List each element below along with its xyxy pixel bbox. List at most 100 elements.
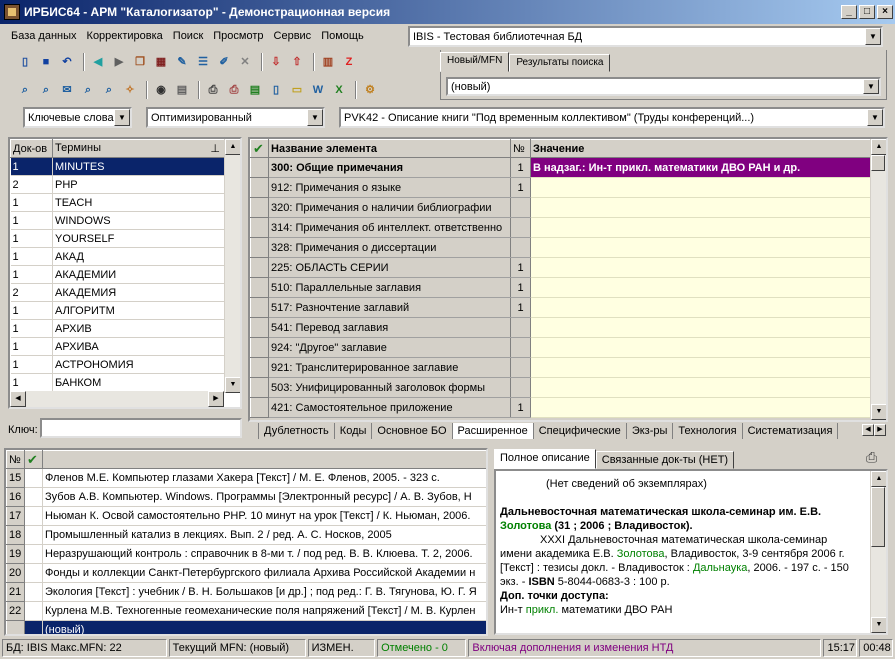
element-value[interactable] bbox=[530, 197, 871, 218]
result-row[interactable]: 21 Экология [Текст] : учебник / В. Н. Бол… bbox=[6, 582, 486, 602]
menu-item-1[interactable]: Корректировка bbox=[82, 30, 168, 42]
pencil-icon[interactable]: ✐ bbox=[215, 53, 233, 71]
check-icon[interactable]: ✔ bbox=[24, 450, 43, 469]
magic-icon[interactable]: ✧ bbox=[121, 81, 139, 99]
scroll-down-icon[interactable]: ▼ bbox=[871, 617, 886, 633]
dictionary-hscrollbar[interactable]: ◀ ▶ bbox=[10, 391, 224, 407]
optimization-select[interactable]: Оптимизированный ▼ bbox=[146, 107, 325, 128]
copy-record-icon[interactable]: ❐ bbox=[131, 53, 149, 71]
result-mark[interactable] bbox=[24, 468, 43, 488]
description-scrollbar[interactable]: ▲ ▼ bbox=[870, 471, 886, 633]
element-value[interactable] bbox=[530, 177, 871, 198]
database-select[interactable]: IBIS - Тестовая библиотечная БД ▼ bbox=[408, 26, 883, 47]
dictionary-row[interactable]: 1 YOURSELF bbox=[10, 229, 225, 248]
editor-row[interactable]: 912: Примечания о языке 1 bbox=[250, 177, 871, 198]
tab-editor-2[interactable]: Основное БО bbox=[371, 423, 453, 439]
dictionary-row[interactable]: 1 TEACH bbox=[10, 193, 225, 212]
key-input[interactable] bbox=[40, 418, 242, 438]
pin-icon[interactable]: ⊥ bbox=[210, 142, 220, 155]
z3950-icon[interactable]: Z bbox=[340, 53, 358, 71]
result-row[interactable]: (новый) bbox=[6, 620, 486, 634]
dictionary-row[interactable]: 1 АЛГОРИТМ bbox=[10, 301, 225, 320]
back-arrow-icon[interactable]: ◀ bbox=[89, 53, 107, 71]
element-value[interactable]: В надзаг.: Ин-т прикл. математики ДВО РА… bbox=[530, 157, 871, 178]
dictionary-row[interactable]: 1 АСТРОНОМИЯ bbox=[10, 355, 225, 374]
element-value[interactable] bbox=[530, 217, 871, 238]
element-value[interactable] bbox=[530, 357, 871, 378]
element-value[interactable] bbox=[530, 257, 871, 278]
para-2-link[interactable]: прикл. bbox=[526, 604, 559, 616]
menu-item-5[interactable]: Помощь bbox=[316, 30, 369, 42]
dictionary-row[interactable]: 1 АКАДЕМИИ bbox=[10, 265, 225, 284]
result-mark[interactable] bbox=[24, 563, 43, 583]
result-mark[interactable] bbox=[24, 601, 43, 621]
folders-icon[interactable]: ▤ bbox=[173, 81, 191, 99]
results-list[interactable]: № ✔ 15 Фленов М.Е. Компьютер глазами Хакер… bbox=[4, 448, 488, 636]
export-icon[interactable]: ⇧ bbox=[288, 53, 306, 71]
element-value[interactable] bbox=[530, 297, 871, 318]
editor-row[interactable]: 225: ОБЛАСТЬ СЕРИИ 1 bbox=[250, 257, 871, 278]
result-mark[interactable] bbox=[24, 506, 43, 526]
element-value[interactable] bbox=[530, 317, 871, 338]
import-icon[interactable]: ⇩ bbox=[267, 53, 285, 71]
tab-new-mfn[interactable]: Новый/MFN bbox=[440, 52, 510, 72]
settings-icon[interactable]: ⚙ bbox=[361, 81, 379, 99]
heading-1b-link[interactable]: Золотова bbox=[500, 520, 551, 532]
result-mark[interactable] bbox=[24, 582, 43, 602]
dictionary-row[interactable]: 1 БАНКОМ bbox=[10, 373, 225, 392]
dictionary-row[interactable]: 1 АРХИВ bbox=[10, 319, 225, 338]
tab-search-results[interactable]: Результаты поиска bbox=[509, 54, 611, 72]
scroll-up-icon[interactable]: ▲ bbox=[871, 139, 886, 155]
scroll-down-icon[interactable]: ▼ bbox=[871, 404, 886, 420]
tab-linked-docs[interactable]: Связанные док-ты (НЕТ) bbox=[595, 451, 735, 469]
search-icon[interactable]: ⌕ bbox=[16, 81, 34, 99]
chevron-down-icon[interactable]: ▼ bbox=[307, 109, 323, 126]
print-list-icon[interactable]: ⎙ bbox=[225, 81, 243, 99]
view-icon[interactable]: ◉ bbox=[152, 81, 170, 99]
menu-item-4[interactable]: Сервис bbox=[269, 30, 317, 42]
tab-editor-3[interactable]: Расширенное bbox=[451, 423, 534, 439]
tab-editor-7[interactable]: Систематизация bbox=[741, 423, 839, 439]
scroll-right-icon[interactable]: ▶ bbox=[874, 424, 886, 436]
result-row[interactable]: 19 Неразрушающий контроль : справочник в … bbox=[6, 544, 486, 564]
menu-item-0[interactable]: База данных bbox=[6, 30, 82, 42]
barcode-icon[interactable]: ▥ bbox=[319, 53, 337, 71]
tab-editor-4[interactable]: Специфические bbox=[532, 423, 627, 439]
result-row[interactable]: 20 Фонды и коллекции Санкт-Петербургского… bbox=[6, 563, 486, 583]
find-icon[interactable]: ⌕ bbox=[100, 81, 118, 99]
scroll-left-icon[interactable]: ◀ bbox=[862, 424, 874, 436]
chevron-down-icon[interactable]: ▼ bbox=[114, 109, 130, 126]
chevron-down-icon[interactable]: ▼ bbox=[867, 109, 883, 126]
menu-item-2[interactable]: Поиск bbox=[168, 30, 208, 42]
scroll-down-icon[interactable]: ▼ bbox=[225, 377, 240, 393]
editor-row[interactable]: 300: Общие примечания 1 В надзаг.: Ин-т пр… bbox=[250, 157, 871, 178]
editor-row[interactable]: 503: Унифицированный заголовок формы bbox=[250, 377, 871, 398]
result-mark[interactable] bbox=[24, 620, 43, 634]
print-icon[interactable]: ⎙ bbox=[866, 449, 877, 466]
edit-icon[interactable]: ✎ bbox=[173, 53, 191, 71]
close-button[interactable]: × bbox=[877, 5, 893, 19]
scroll-up-icon[interactable]: ▲ bbox=[225, 139, 240, 155]
para-1c-link[interactable]: Дальнаука bbox=[693, 562, 747, 574]
tab-editor-0[interactable]: Дублетность bbox=[258, 423, 335, 439]
result-mark[interactable] bbox=[24, 544, 43, 564]
search-mode-select[interactable]: Ключевые слова ▼ bbox=[23, 107, 132, 128]
result-row[interactable]: 22 Курлена М.В. Техногенные геомеханическ… bbox=[6, 601, 486, 621]
report-icon[interactable]: ▤ bbox=[246, 81, 264, 99]
dictionary-list[interactable]: Док-ов Термины ⊥ 1 MINUTES 2 PHP 1 TEACH 1 WINDOW… bbox=[8, 137, 242, 409]
check-icon[interactable]: ✔ bbox=[250, 139, 269, 158]
tab-full-description[interactable]: Полное описание bbox=[494, 449, 596, 469]
grid-icon[interactable]: ▦ bbox=[152, 53, 170, 71]
editor-row[interactable]: 921: Транслитерированное заглавие bbox=[250, 357, 871, 378]
forward-arrow-icon[interactable]: ▶ bbox=[110, 53, 128, 71]
para-1b-link[interactable]: Золотова bbox=[617, 548, 665, 560]
scroll-thumb[interactable] bbox=[871, 487, 885, 547]
col-terms[interactable]: Термины ⊥ bbox=[52, 139, 225, 158]
menu-item-3[interactable]: Просмотр bbox=[208, 30, 268, 42]
tab-editor-5[interactable]: Экз-ры bbox=[625, 423, 674, 439]
result-row[interactable]: 17 Ньюман К. Освой самостоятельно PHP. 10… bbox=[6, 506, 486, 526]
scroll-left-icon[interactable]: ◀ bbox=[10, 391, 26, 407]
mfn-select[interactable]: (новый) ▼ bbox=[446, 77, 881, 96]
dictionary-row[interactable]: 2 АКАДЕМИЯ bbox=[10, 283, 225, 302]
result-row[interactable]: 16 Зубов А.В. Компьютер. Windows. Програм… bbox=[6, 487, 486, 507]
